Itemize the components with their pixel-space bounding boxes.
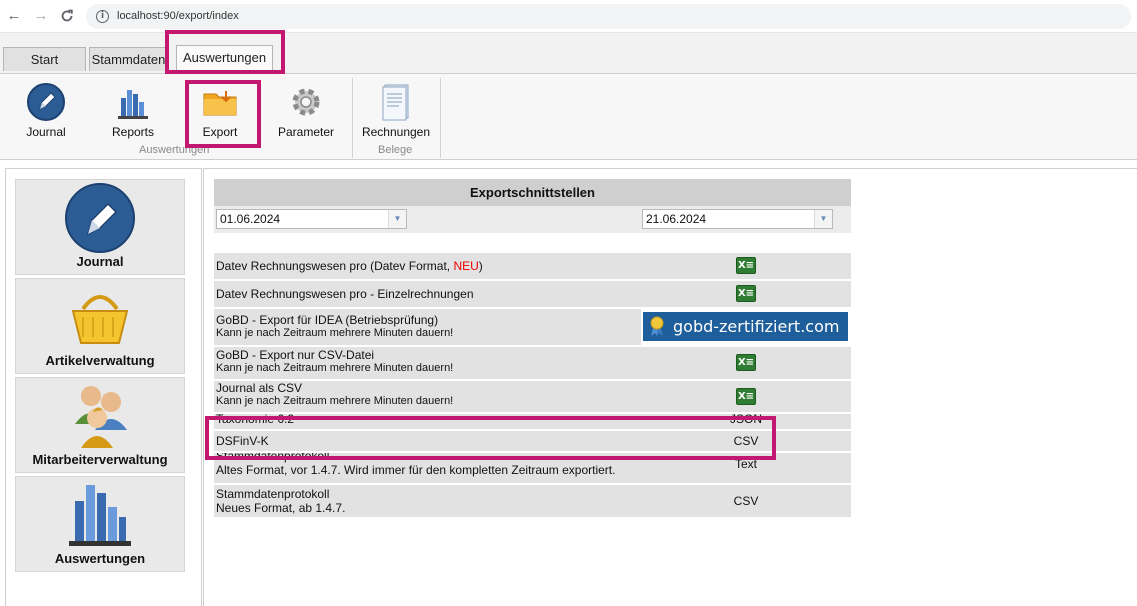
date-from-value: 01.06.2024 [220, 212, 281, 226]
journal-pen-icon [61, 182, 139, 254]
sidebar-item-label: Auswertungen [54, 551, 146, 566]
chevron-down-icon[interactable]: ▼ [388, 210, 406, 228]
sidebar-item-journal[interactable]: Journal [15, 179, 185, 275]
excel-icon: X≡ [736, 285, 756, 302]
site-info-icon[interactable]: i [96, 10, 109, 23]
export-panel: Exportschnittstellen 01.06.2024 ▼ 21.06.… [203, 168, 1137, 606]
export-action-button[interactable]: Text [641, 453, 851, 483]
table-row: Datev Rechnungswesen pro (Datev Format, … [214, 253, 851, 279]
table-row: GoBD - Export nur CSV-Datei Kann je nach… [214, 347, 851, 379]
export-name: Datev Rechnungswesen pro (Datev Format, … [214, 253, 638, 279]
ribbon-rechnungen-button[interactable]: Rechnungen [359, 82, 433, 140]
sidebar-item-label: Journal [76, 254, 124, 269]
gobd-certified-logo: gobd-zertifiziert.com [643, 312, 848, 341]
ribbon-group-divider [440, 78, 441, 158]
ribbon-export-button[interactable]: Export [183, 82, 257, 140]
sidebar-item-mitarbeiterverwaltung[interactable]: Mitarbeiterverwaltung [15, 377, 185, 473]
export-action-button[interactable]: X≡ [641, 281, 851, 307]
basket-icon [61, 281, 139, 353]
export-name: DSFinV-K [214, 431, 638, 451]
table-row: GoBD - Export für IDEA (Betriebsprüfung)… [214, 309, 851, 345]
table-row: Stammdatenprotokoll Neues Format, ab 1.4… [214, 485, 851, 517]
back-arrow-icon[interactable]: ← [5, 7, 23, 25]
new-badge: NEU [453, 259, 479, 273]
table-row: Taxonomie 6.2 JSON [214, 414, 851, 429]
table-row: Datev Rechnungswesen pro - Einzelrechnun… [214, 281, 851, 307]
excel-icon: X≡ [736, 354, 756, 371]
table-row: Stammdatenprotokoll Altes Format, vor 1.… [214, 453, 851, 483]
export-action-button[interactable]: JSON [641, 414, 851, 429]
ribbon-panel: Journal Reports Export Parameter Rechnun… [0, 73, 1137, 160]
export-name: Taxonomie 6.2 [214, 414, 638, 429]
export-name: Stammdatenprotokoll Neues Format, ab 1.4… [214, 485, 638, 517]
tab-stammdaten[interactable]: Stammdaten [89, 47, 168, 71]
table-row: Journal als CSV Kann je nach Zeitraum me… [214, 381, 851, 412]
sidebar-item-artikelverwaltung[interactable]: Artikelverwaltung [15, 278, 185, 374]
ribbon-export-label: Export [202, 125, 238, 139]
date-to-value: 21.06.2024 [646, 212, 707, 226]
export-title: Exportschnittstellen [214, 179, 851, 206]
table-row: DSFinV-K CSV [214, 431, 851, 451]
document-icon [376, 82, 416, 122]
forward-arrow-icon[interactable]: → [32, 7, 50, 25]
tab-auswertungen[interactable]: Auswertungen [176, 45, 273, 71]
ribbon-journal-label: Journal [26, 125, 66, 139]
browser-toolbar: ← → i localhost:90/export/index [0, 0, 1137, 33]
export-action-button[interactable]: X≡ [641, 381, 851, 412]
ribbon-rechnungen-label: Rechnungen [361, 125, 431, 139]
sidebar: Journal Artikelverwaltung Mitarbeiterver… [5, 168, 202, 606]
excel-icon: X≡ [736, 388, 756, 405]
gear-icon [286, 82, 326, 122]
export-name: Journal als CSV Kann je nach Zeitraum me… [214, 381, 638, 412]
seal-icon [650, 316, 664, 336]
ribbon-journal-button[interactable]: Journal [9, 82, 83, 140]
date-range-bar: 01.06.2024 ▼ 21.06.2024 ▼ [214, 206, 851, 233]
sidebar-item-label: Artikelverwaltung [45, 353, 155, 368]
gobd-export-button[interactable]: gobd-zertifiziert.com [641, 309, 851, 345]
ribbon-reports-label: Reports [111, 125, 155, 139]
bar-chart-icon [61, 479, 139, 551]
gobd-logo-text: gobd-zertifiziert.com [673, 317, 840, 336]
ribbon-parameter-label: Parameter [277, 125, 335, 139]
url-text[interactable]: localhost:90/export/index [117, 10, 239, 22]
export-name: GoBD - Export für IDEA (Betriebsprüfung)… [214, 309, 638, 345]
address-bar[interactable]: i localhost:90/export/index [86, 4, 1131, 29]
date-from-select[interactable]: 01.06.2024 ▼ [216, 209, 407, 229]
ribbon-parameter-button[interactable]: Parameter [269, 82, 343, 140]
ribbon-group-auswertungen-label: Auswertungen [139, 144, 210, 156]
ribbon-group-divider [352, 78, 353, 158]
export-name: Stammdatenprotokoll Altes Format, vor 1.… [214, 453, 638, 483]
ribbon-reports-button[interactable]: Reports [96, 82, 170, 140]
export-name: GoBD - Export nur CSV-Datei Kann je nach… [214, 347, 638, 379]
ribbon-group-belege-label: Belege [378, 144, 413, 156]
export-action-button[interactable]: CSV [641, 485, 851, 517]
bar-chart-icon [113, 82, 153, 122]
ribbon-tab-bar: Start Stammdaten Auswertungen [0, 33, 1137, 73]
export-action-button[interactable]: X≡ [641, 347, 851, 379]
folder-export-icon [200, 82, 240, 122]
tab-start[interactable]: Start [3, 47, 86, 71]
sidebar-item-auswertungen[interactable]: Auswertungen [15, 476, 185, 572]
reload-icon[interactable] [58, 7, 76, 25]
users-icon [61, 380, 139, 452]
chevron-down-icon[interactable]: ▼ [814, 210, 832, 228]
excel-icon: X≡ [736, 257, 756, 274]
date-to-select[interactable]: 21.06.2024 ▼ [642, 209, 833, 229]
sidebar-item-label: Mitarbeiterverwaltung [32, 452, 168, 467]
export-action-button[interactable]: CSV [641, 431, 851, 451]
export-name: Datev Rechnungswesen pro - Einzelrechnun… [214, 281, 638, 307]
export-action-button[interactable]: X≡ [641, 253, 851, 279]
journal-pen-icon [26, 82, 66, 122]
